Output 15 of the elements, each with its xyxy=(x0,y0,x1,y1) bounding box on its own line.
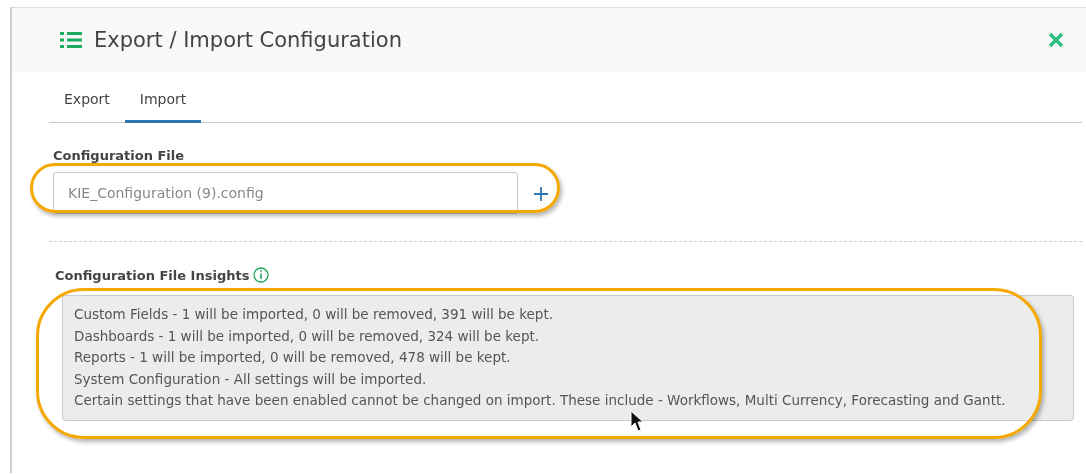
tab[interactable]: Import xyxy=(124,78,202,123)
field-label: Configuration File xyxy=(53,148,185,163)
insight-line: Dashboards - 1 will be imported, 0 will be removed, 324 will be kept. xyxy=(74,326,541,346)
insight-line: Reports - 1 will be imported, 0 will be removed, 478 will be kept. xyxy=(74,348,512,367)
insight-line: Custom Fields - 1 will be imported, 0 will be removed, 391 will be kept. xyxy=(74,305,554,324)
file-input[interactable]: KIE_Configuration (9).config xyxy=(53,172,518,214)
tab[interactable]: Export xyxy=(49,78,125,123)
info-icon[interactable] xyxy=(253,267,270,283)
mouse-pointer-icon xyxy=(630,410,644,432)
insight-line: System Configuration - All settings will be imported. xyxy=(74,369,428,389)
section-label: Configuration File Insights xyxy=(55,267,250,283)
list-icon xyxy=(60,32,82,48)
insight-line: Certain settings that have been enabled cannot be changed on import. These include - Workflows, Multi Currency, Forecasting and Gantt. xyxy=(74,391,1007,410)
dialog-title: Export / Import Configuration xyxy=(94,28,403,52)
close-icon[interactable] xyxy=(1048,32,1064,48)
